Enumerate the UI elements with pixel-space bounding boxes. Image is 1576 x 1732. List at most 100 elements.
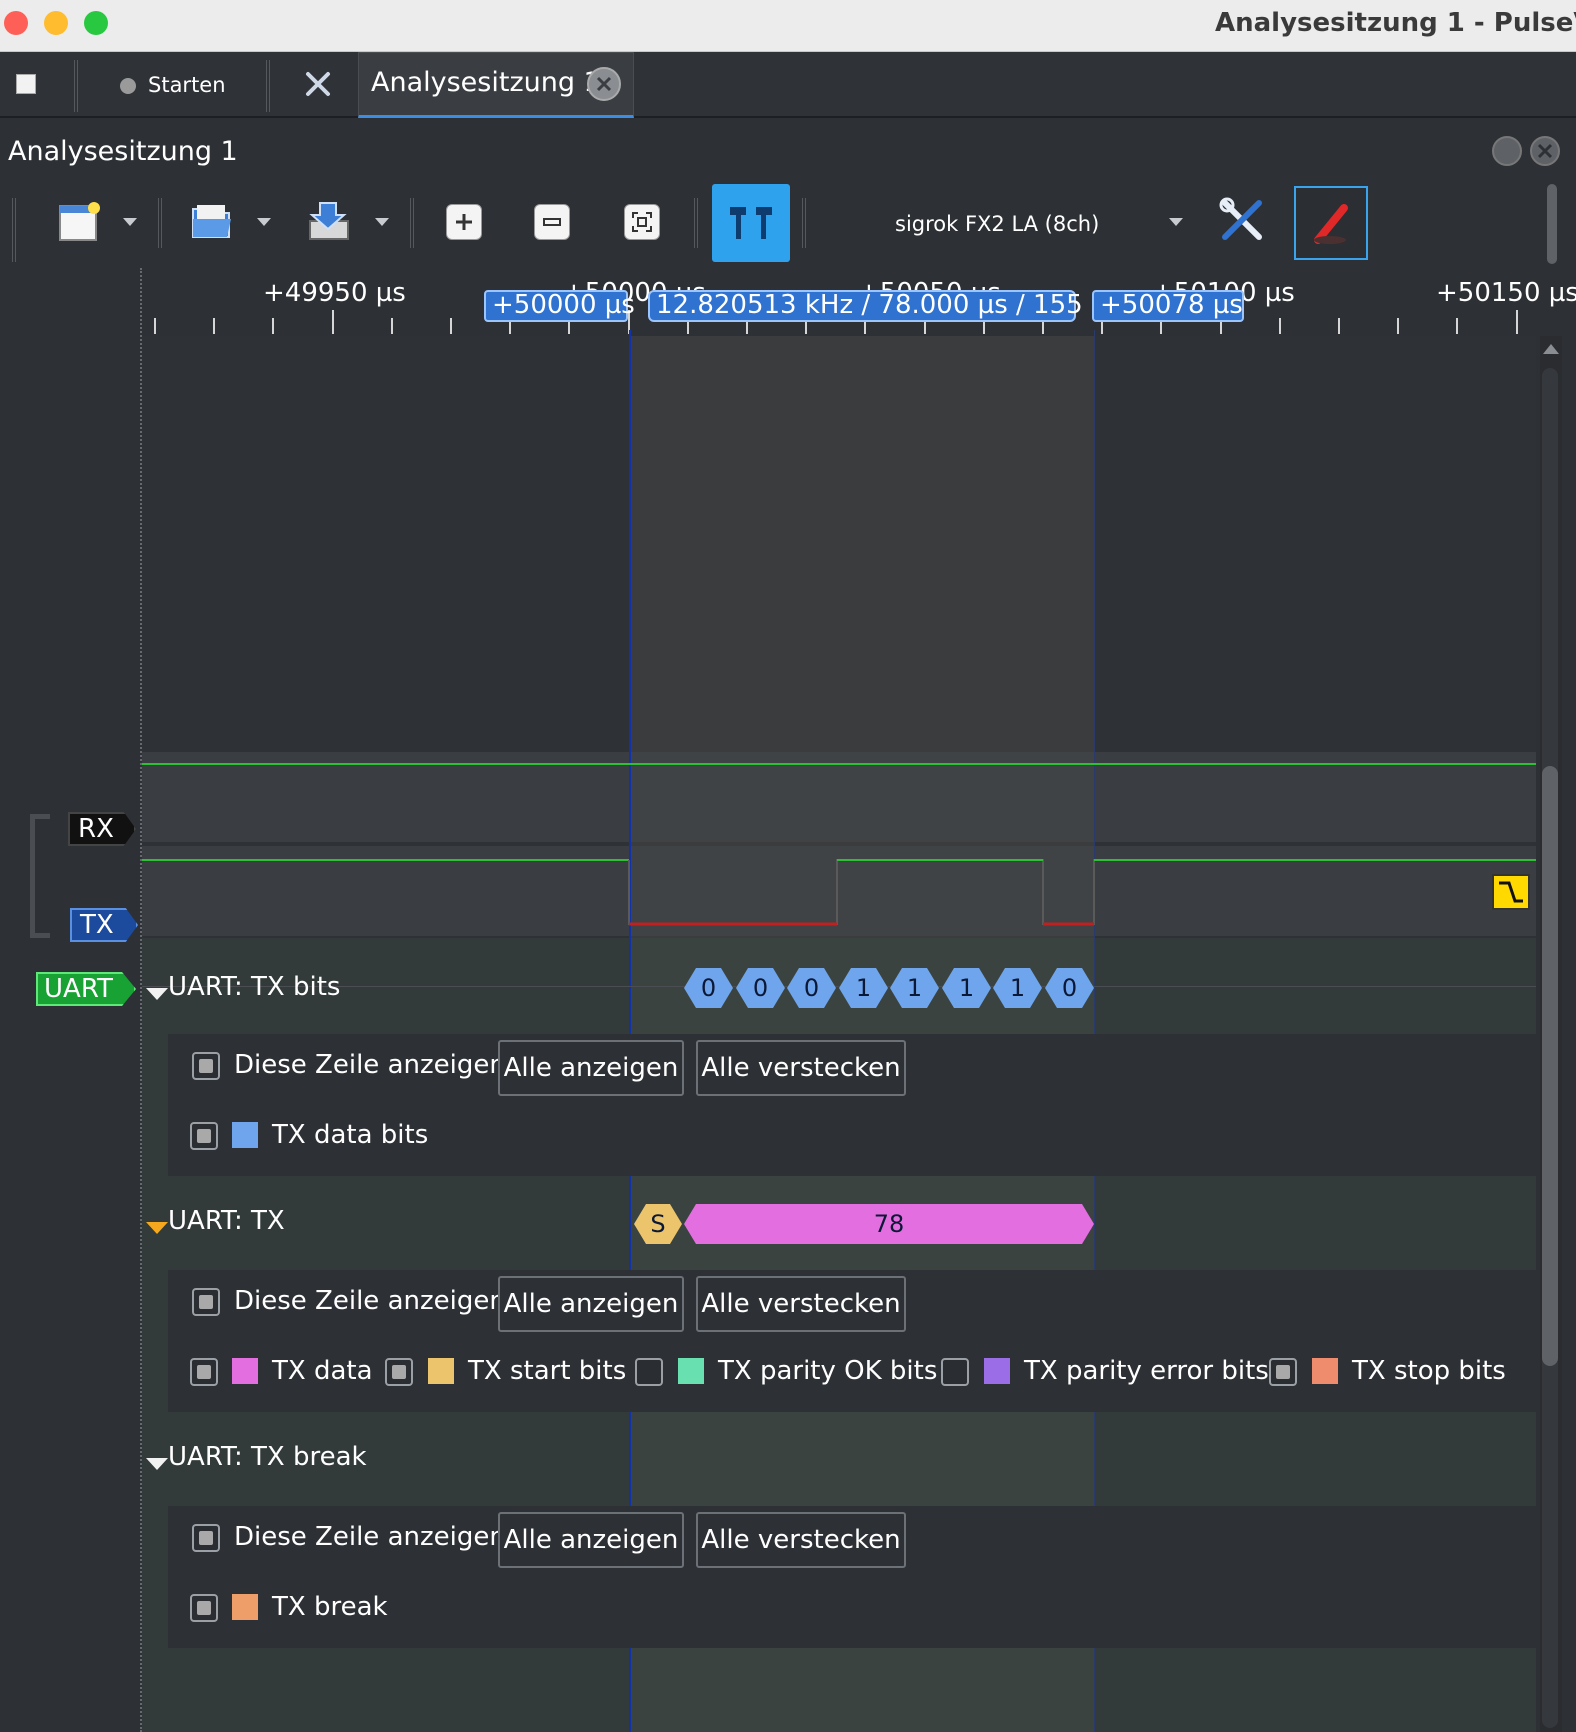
save-icon (309, 202, 349, 240)
class-checkbox-tx-data-bits[interactable] (190, 1122, 218, 1150)
ruler-label: +49950 µs (263, 278, 406, 308)
expand-arrow-icon[interactable] (146, 1222, 168, 1234)
class-label-tx-parity-error-bits: TX parity error bits (1024, 1356, 1269, 1386)
session-title: Analysesitzung 1 (8, 136, 238, 167)
expand-arrow-icon[interactable] (146, 988, 168, 1000)
zoom-fit-button[interactable] (624, 204, 660, 240)
cursor-right-flag[interactable]: +50078 µs (1092, 290, 1244, 322)
tab-bar: Starten Analysesitzung 1 (0, 52, 1576, 118)
probe-config-button[interactable] (1294, 186, 1368, 260)
scroll-thumb[interactable] (1542, 766, 1558, 1366)
device-selector[interactable]: sigrok FX2 LA (8ch) (895, 212, 1099, 236)
class-checkbox-tx-stop-bits[interactable] (1269, 1358, 1297, 1386)
class-checkbox-tx-parity-error-bits[interactable] (941, 1358, 969, 1386)
ruler-tick (272, 318, 274, 334)
close-panel-icon[interactable] (1530, 136, 1560, 166)
tools-icon (1219, 197, 1262, 240)
toolbar-separator (158, 198, 162, 248)
save-file-dropdown-icon[interactable] (375, 218, 389, 226)
class-label-tx-start-bits: TX start bits (468, 1356, 627, 1386)
rx-trace-band (142, 752, 1536, 842)
ruler-tick (1279, 318, 1281, 334)
tx-channel-label[interactable]: TX (70, 908, 138, 942)
toolbar-separator (694, 198, 698, 248)
row-title-tx: UART: TX (168, 1206, 285, 1236)
close-tab-icon[interactable] (587, 67, 621, 101)
zoom-window-button[interactable] (84, 11, 108, 35)
minimize-window-button[interactable] (44, 11, 68, 35)
color-swatch (1312, 1358, 1338, 1384)
zoom-in-button[interactable] (446, 204, 482, 240)
hide-all-button[interactable]: Alle verstecken (696, 1040, 906, 1096)
color-swatch (232, 1358, 258, 1384)
device-configure-button[interactable] (1218, 196, 1266, 244)
scroll-up-icon[interactable] (1543, 344, 1559, 354)
new-tab-icon[interactable] (16, 74, 36, 94)
class-label-tx-data-bits: TX data bits (272, 1120, 429, 1150)
show-all-button[interactable]: Alle anzeigen (498, 1040, 684, 1096)
new-view-dropdown-icon[interactable] (123, 218, 137, 226)
row-baseline (142, 986, 1536, 987)
vertical-scrollbar[interactable] (1540, 336, 1562, 1732)
ruler-tick (1456, 318, 1458, 334)
tab-separator (74, 60, 78, 112)
hide-all-button[interactable]: Alle verstecken (696, 1276, 906, 1332)
show-row-checkbox[interactable] (192, 1052, 220, 1080)
color-swatch (678, 1358, 704, 1384)
close-window-button[interactable] (4, 11, 28, 35)
ruler-tick (391, 318, 393, 334)
falling-edge-trigger-icon[interactable] (1492, 874, 1530, 910)
tab-separator (266, 60, 270, 112)
class-checkbox-tx-start-bits[interactable] (385, 1358, 413, 1386)
zoom-out-icon (534, 204, 570, 240)
open-file-dropdown-icon[interactable] (257, 218, 271, 226)
cursors-icon (730, 207, 772, 239)
tx-signal-waveform (142, 859, 1536, 926)
new-view-button[interactable] (56, 198, 104, 246)
toolbar-separator (802, 198, 806, 248)
show-row-checkbox[interactable] (192, 1288, 220, 1316)
zoom-in-icon (446, 204, 482, 240)
color-swatch (232, 1122, 258, 1148)
ruler-tick (213, 318, 215, 334)
ruler-tick (450, 318, 452, 334)
device-dropdown-icon[interactable] (1169, 218, 1183, 226)
rx-channel-label[interactable]: RX (68, 812, 136, 846)
show-row-label: Diese Zeile anzeigen (234, 1286, 506, 1316)
tab-start-label: Starten (148, 73, 226, 97)
class-label-tx-break: TX break (272, 1592, 388, 1622)
show-row-checkbox[interactable] (192, 1524, 220, 1552)
open-file-button[interactable] (190, 198, 234, 244)
open-folder-icon (192, 205, 231, 238)
expand-arrow-icon[interactable] (146, 1458, 168, 1470)
float-panel-icon[interactable] (1492, 136, 1522, 166)
toolbar-scroll-handle[interactable] (1547, 184, 1557, 264)
show-all-button[interactable]: Alle anzeigen (498, 1276, 684, 1332)
cursor-left-flag[interactable]: +50000 µs (484, 290, 635, 322)
show-all-button[interactable]: Alle anzeigen (498, 1512, 684, 1568)
circle-icon (120, 78, 136, 94)
hide-all-button[interactable]: Alle verstecken (696, 1512, 906, 1568)
ruler-tick (1338, 318, 1340, 334)
color-swatch (428, 1358, 454, 1384)
cursors-toggle-button[interactable] (712, 184, 790, 262)
zoom-fit-icon (624, 204, 660, 240)
cursor-measurement-flag[interactable]: 12.820513 kHz / 78.000 µs / 155 (648, 290, 1083, 322)
class-checkbox-tx-data[interactable] (190, 1358, 218, 1386)
zoom-out-button[interactable] (534, 204, 570, 240)
class-checkbox-tx-parity-ok-bits[interactable] (635, 1358, 663, 1386)
header-separator (140, 268, 142, 1732)
data-annotation[interactable]: 78 (684, 1204, 1094, 1244)
settings-tools-icon[interactable] (304, 70, 332, 98)
tab-analysis-session[interactable]: Analysesitzung 1 (358, 52, 634, 118)
row-title-tx-break: UART: TX break (168, 1442, 367, 1472)
uart-decoder-label[interactable]: UART (36, 972, 136, 1006)
ruler-tick (332, 310, 334, 334)
rx-signal-line (142, 763, 1536, 765)
tab-start[interactable]: Starten (110, 52, 260, 118)
toolbar-grip (12, 198, 16, 262)
save-file-button[interactable] (306, 198, 352, 244)
channel-group-bracket (30, 814, 50, 938)
class-checkbox-tx-break[interactable] (190, 1594, 218, 1622)
window-title: Analysesitzung 1 - PulseView (1215, 8, 1576, 38)
